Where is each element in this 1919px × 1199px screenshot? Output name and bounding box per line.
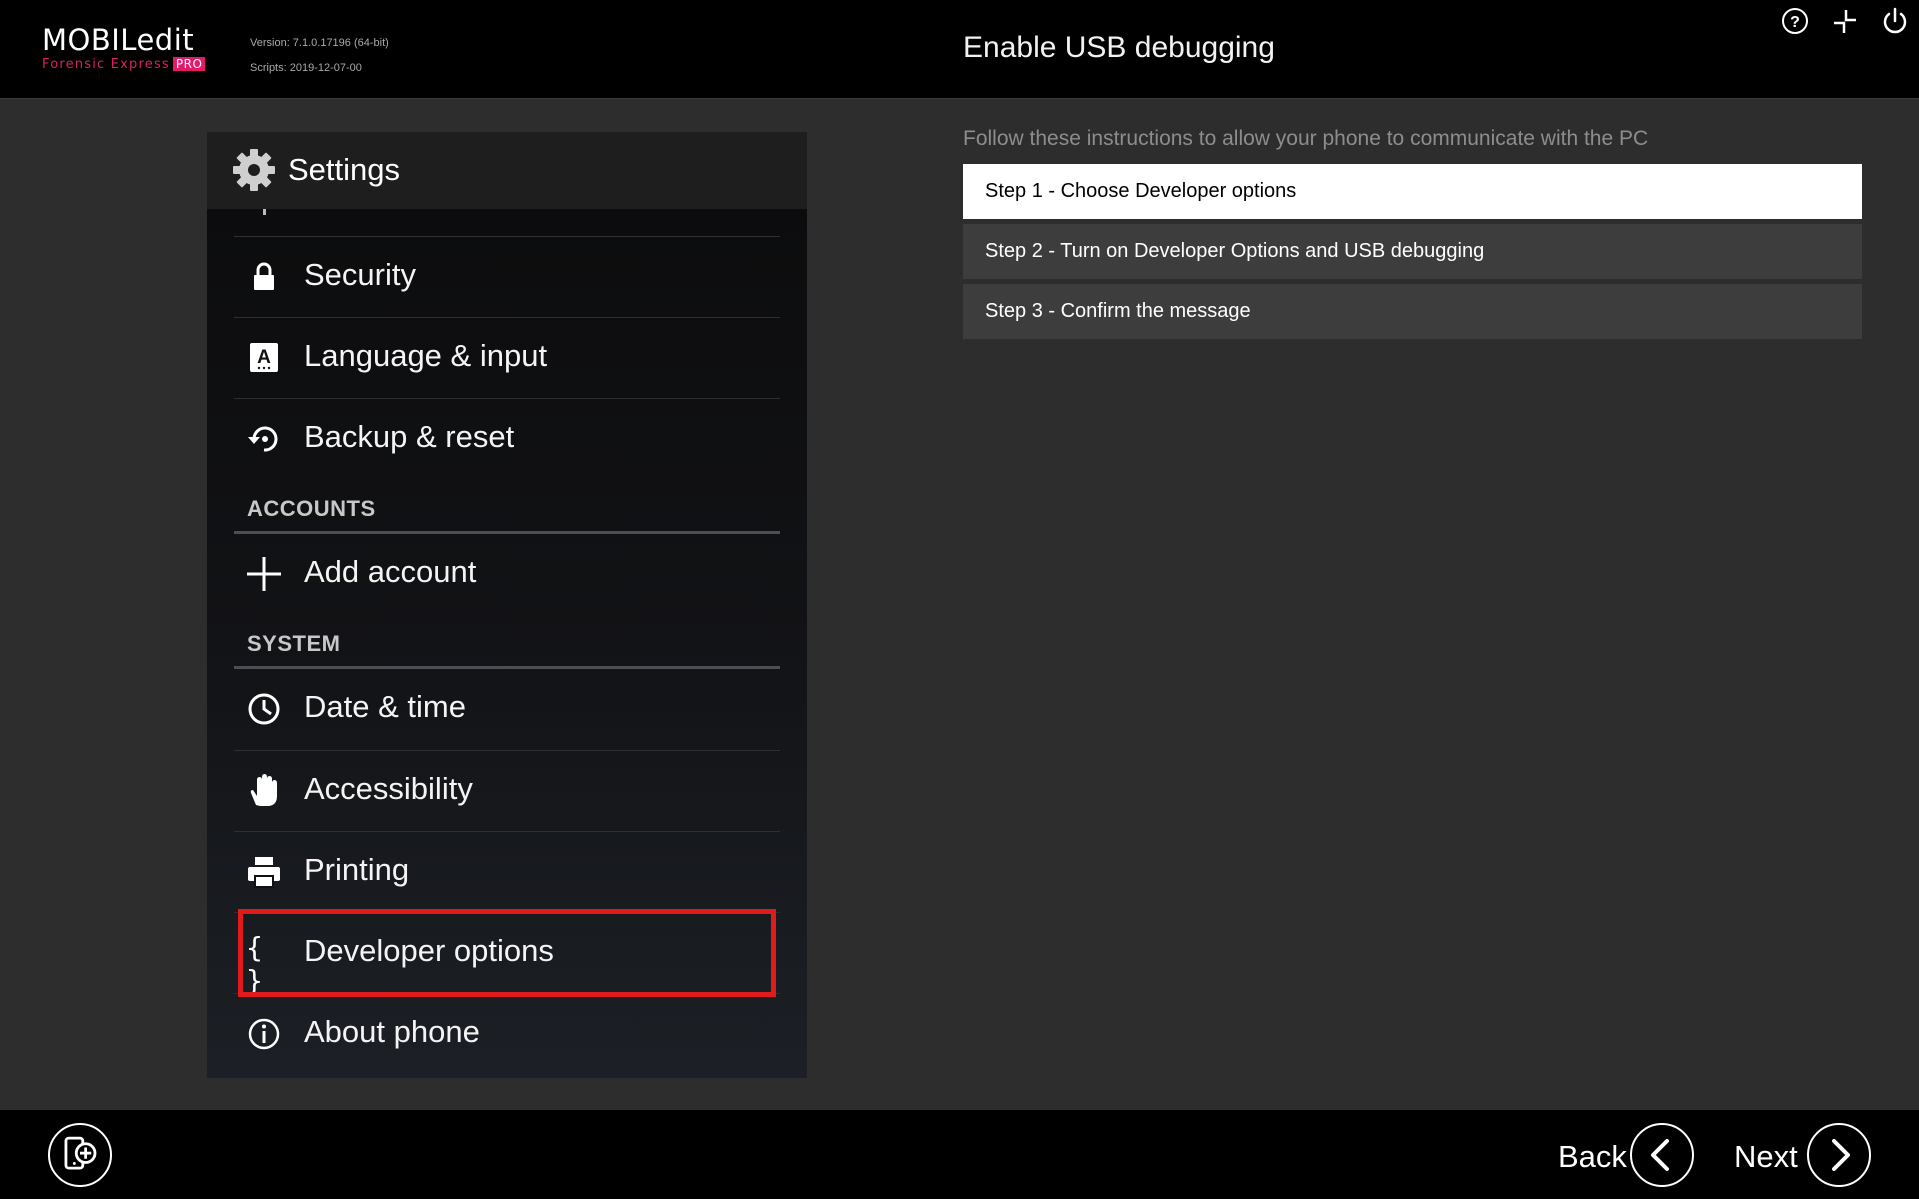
version-info: Version: 7.1.0.17196 (64-bit) Scripts: 2…: [250, 31, 389, 81]
section-header-accounts: ACCOUNTS: [234, 482, 780, 534]
section-label: SYSTEM: [247, 631, 341, 656]
developer-options-highlight: [238, 909, 776, 997]
logo-sub-text: Forensic Express PRO: [42, 57, 206, 72]
logo-product-name: Forensic Express: [42, 57, 170, 72]
keyboard-a-icon: A: [250, 343, 278, 372]
logo-main-text: MOBILedit: [42, 23, 195, 57]
scripts-text: Scripts: 2019-12-07-00: [250, 62, 362, 74]
next-circle: [1807, 1123, 1871, 1187]
settings-item-date-time[interactable]: Date & time: [234, 669, 780, 750]
step-3[interactable]: Step 3 - Confirm the message: [963, 284, 1862, 339]
collapse-icon[interactable]: [1830, 6, 1860, 36]
back-label: Back: [1558, 1139, 1627, 1174]
power-icon[interactable]: [1880, 6, 1910, 36]
clock-icon: [248, 693, 280, 725]
hand-icon: [250, 774, 277, 806]
help-icon[interactable]: ?: [1780, 6, 1810, 36]
plus-icon: [247, 557, 281, 591]
settings-item-label: Add account: [304, 554, 477, 589]
step-label: Step 1 - Choose Developer options: [985, 180, 1297, 202]
settings-item-label: Backup & reset: [304, 419, 515, 454]
lock-icon: [254, 262, 274, 290]
svg-text:?: ?: [1790, 14, 1800, 31]
backup-icon: [248, 426, 278, 452]
back-button[interactable]: Back: [1558, 1123, 1698, 1187]
settings-title: Settings: [288, 152, 401, 187]
back-circle: [1630, 1123, 1694, 1187]
scroll-indicator: [263, 209, 266, 215]
settings-item-printing[interactable]: Printing: [234, 831, 780, 912]
settings-item-about-phone[interactable]: About phone: [234, 993, 780, 1074]
section-label: ACCOUNTS: [247, 496, 376, 521]
add-device-button[interactable]: [48, 1123, 112, 1187]
settings-item-label: Accessibility: [304, 771, 473, 806]
chevron-right-icon: [1832, 1139, 1850, 1171]
version-text: Version: 7.1.0.17196 (64-bit): [250, 37, 389, 49]
printer-icon: [248, 857, 280, 888]
page-title: Enable USB debugging: [963, 31, 1275, 64]
info-icon: [248, 1018, 280, 1050]
chevron-left-icon: [1651, 1139, 1669, 1171]
settings-item-language-input[interactable]: A Language & input: [234, 317, 780, 398]
svg-text:A: A: [257, 347, 271, 368]
settings-item-backup-reset[interactable]: Backup & reset: [234, 398, 780, 479]
header-bar: MOBILedit Forensic Express PRO Version: 7…: [0, 0, 1919, 99]
gear-icon: [233, 149, 275, 191]
footer-bar: Back Next: [0, 1110, 1919, 1199]
settings-item-label: About phone: [304, 1014, 480, 1049]
app-logo: MOBILedit Forensic Express PRO: [42, 23, 206, 72]
phone-settings-screenshot: Settings Security A Language & input Bac…: [207, 132, 807, 1078]
settings-item-add-account[interactable]: Add account: [234, 534, 780, 615]
step-2[interactable]: Step 2 - Turn on Developer Options and U…: [963, 224, 1862, 279]
settings-action-bar: Settings: [207, 132, 807, 209]
settings-item-security[interactable]: Security: [234, 236, 780, 317]
step-label: Step 2 - Turn on Developer Options and U…: [985, 240, 1485, 262]
settings-item-label: Language & input: [304, 338, 548, 373]
add-phone-icon: [64, 1136, 97, 1170]
instructions-text: Follow these instructions to allow your …: [963, 127, 1649, 150]
settings-item-accessibility[interactable]: Accessibility: [234, 750, 780, 831]
settings-item-label: Printing: [304, 852, 410, 887]
logo-pro-badge: PRO: [172, 57, 206, 71]
step-label: Step 3 - Confirm the message: [985, 300, 1251, 322]
step-1[interactable]: Step 1 - Choose Developer options: [963, 164, 1862, 219]
section-header-system: SYSTEM: [234, 617, 780, 669]
settings-item-label: Date & time: [304, 689, 466, 724]
settings-item-label: Security: [304, 257, 416, 292]
next-button[interactable]: Next: [1734, 1123, 1874, 1187]
next-label: Next: [1734, 1139, 1798, 1174]
